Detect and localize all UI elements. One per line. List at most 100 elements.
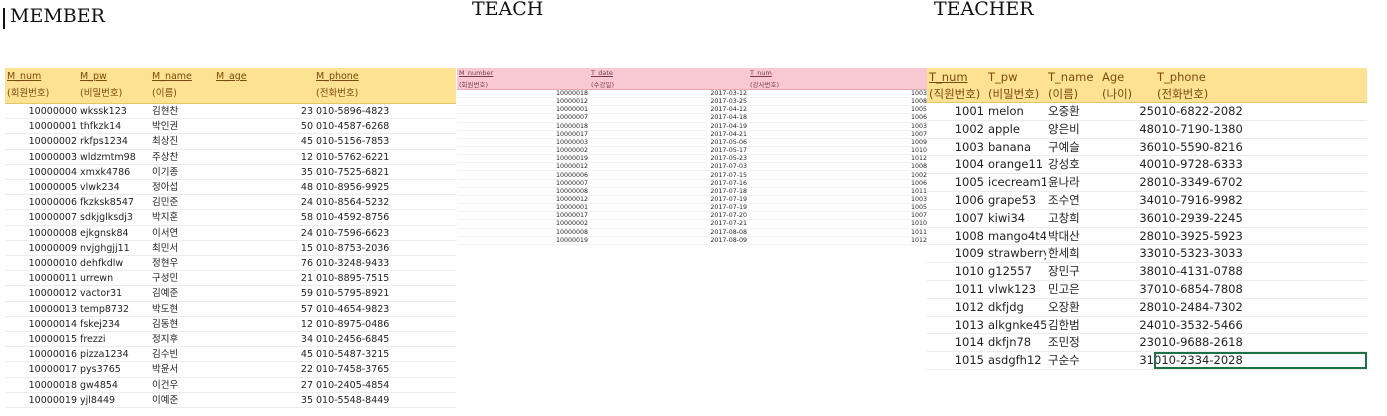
teach-cell-m-number[interactable]: 10000018 xyxy=(457,123,588,130)
member-cell-m-name[interactable]: 김민준 xyxy=(152,195,212,209)
member-cell-m-name[interactable]: 박지훈 xyxy=(152,210,212,224)
member-cell-m-phone[interactable]: 010-4587-6268 xyxy=(316,119,416,133)
teacher-cell-age[interactable]: 23 xyxy=(1102,334,1154,351)
teach-cell-m-number[interactable]: 10000006 xyxy=(457,172,588,179)
teacher-cell-t-num[interactable]: 1001 xyxy=(927,103,984,120)
member-cell-m-phone[interactable]: 010-2456-6845 xyxy=(316,332,416,346)
member-header-m-name[interactable]: M_name xyxy=(152,71,192,82)
member-cell-m-phone[interactable]: 010-5156-7853 xyxy=(316,134,416,148)
member-cell-m-num[interactable]: 10000009 xyxy=(5,241,77,255)
teach-cell-t-num[interactable]: 1011 xyxy=(750,229,927,236)
teacher-cell-t-phone[interactable]: 010-9688-2618 xyxy=(1154,334,1367,351)
member-cell-m-num[interactable]: 10000017 xyxy=(5,362,77,376)
member-cell-m-age[interactable]: 45 xyxy=(215,347,313,361)
teach-cell-t-num[interactable]: 1008 xyxy=(750,163,927,170)
teach-cell-t-num[interactable]: 1003 xyxy=(750,123,927,130)
member-cell-m-age[interactable]: 59 xyxy=(215,286,313,300)
teach-cell-t-date[interactable]: 2017-07-03 xyxy=(591,163,747,170)
teach-cell-m-number[interactable]: 10000001 xyxy=(457,106,588,113)
member-cell-m-pw[interactable]: wkssk123 xyxy=(80,104,150,118)
teacher-cell-t-phone[interactable]: 010-2334-2028 xyxy=(1154,352,1367,369)
teach-cell-t-date[interactable]: 2017-03-25 xyxy=(591,98,747,105)
teach-cell-m-number[interactable]: 10000017 xyxy=(457,212,588,219)
teach-cell-m-number[interactable]: 10000001 xyxy=(457,204,588,211)
member-cell-m-phone[interactable]: 010-8564-5232 xyxy=(316,195,416,209)
member-cell-m-num[interactable]: 10000011 xyxy=(5,271,77,285)
teacher-cell-t-pw[interactable]: strawberry xyxy=(988,245,1046,262)
member-cell-m-name[interactable]: 김수빈 xyxy=(152,347,212,361)
teacher-cell-t-name[interactable]: 조수연 xyxy=(1048,192,1100,209)
member-cell-m-age[interactable]: 27 xyxy=(215,378,313,392)
member-cell-m-pw[interactable]: pys3765 xyxy=(80,362,150,376)
teacher-cell-age[interactable]: 48 xyxy=(1102,121,1154,138)
teach-cell-m-number[interactable]: 10000008 xyxy=(457,188,588,195)
member-header-m-num[interactable]: M_num xyxy=(7,71,41,82)
teach-cell-m-number[interactable]: 10000017 xyxy=(457,131,588,138)
teach-cell-m-number[interactable]: 10000002 xyxy=(457,147,588,154)
teacher-cell-age[interactable]: 37 xyxy=(1102,281,1154,298)
teacher-cell-t-phone[interactable]: 010-4131-0788 xyxy=(1154,263,1367,280)
member-cell-m-pw[interactable]: fskej234 xyxy=(80,317,150,331)
member-cell-m-name[interactable]: 이기종 xyxy=(152,165,212,179)
teacher-cell-t-num[interactable]: 1004 xyxy=(927,156,984,173)
member-cell-m-name[interactable]: 최민서 xyxy=(152,241,212,255)
teacher-header-t-name[interactable]: T_name xyxy=(1048,70,1093,84)
teacher-cell-t-phone[interactable]: 010-3925-5923 xyxy=(1154,228,1367,245)
teach-cell-t-date[interactable]: 2017-07-21 xyxy=(591,220,747,227)
teach-cell-m-number[interactable]: 10000008 xyxy=(457,229,588,236)
member-cell-m-age[interactable]: 24 xyxy=(215,226,313,240)
member-cell-m-name[interactable]: 박인권 xyxy=(152,119,212,133)
member-cell-m-phone[interactable]: 010-8956-9925 xyxy=(316,180,416,194)
teacher-cell-t-pw[interactable]: vlwk123 xyxy=(988,281,1046,298)
member-cell-m-num[interactable]: 10000014 xyxy=(5,317,77,331)
teach-cell-t-num[interactable]: 1002 xyxy=(750,172,927,179)
member-cell-m-num[interactable]: 10000004 xyxy=(5,165,77,179)
teach-cell-t-date[interactable]: 2017-08-08 xyxy=(591,229,747,236)
teacher-cell-t-name[interactable]: 양은비 xyxy=(1048,121,1100,138)
member-cell-m-name[interactable]: 김예준 xyxy=(152,286,212,300)
member-cell-m-num[interactable]: 10000019 xyxy=(5,393,77,407)
teacher-cell-t-phone[interactable]: 010-5590-8216 xyxy=(1154,139,1367,156)
teacher-cell-age[interactable]: 40 xyxy=(1102,156,1154,173)
teach-cell-t-date[interactable]: 2017-07-20 xyxy=(591,212,747,219)
teacher-cell-age[interactable]: 31 xyxy=(1102,352,1154,369)
member-cell-m-phone[interactable]: 010-3248-9433 xyxy=(316,256,416,270)
member-header-m-age[interactable]: M_age xyxy=(216,71,247,82)
teacher-cell-t-name[interactable]: 김한범 xyxy=(1048,317,1100,334)
member-cell-m-phone[interactable]: 010-5896-4823 xyxy=(316,104,416,118)
teach-cell-t-num[interactable]: 1011 xyxy=(750,188,927,195)
member-cell-m-phone[interactable]: 010-8753-2036 xyxy=(316,241,416,255)
teacher-cell-t-phone[interactable]: 010-7190-1380 xyxy=(1154,121,1367,138)
member-cell-m-num[interactable]: 10000003 xyxy=(5,150,77,164)
member-cell-m-pw[interactable]: wldzmtm98 xyxy=(80,150,150,164)
teacher-cell-t-pw[interactable]: orange11 xyxy=(988,156,1046,173)
member-cell-m-age[interactable]: 12 xyxy=(215,317,313,331)
teacher-cell-age[interactable]: 36 xyxy=(1102,210,1154,227)
member-cell-m-age[interactable]: 12 xyxy=(215,150,313,164)
member-cell-m-pw[interactable]: frezzi xyxy=(80,332,150,346)
teach-cell-t-num[interactable]: 1007 xyxy=(750,212,927,219)
teacher-header-t-phone[interactable]: T_phone xyxy=(1157,70,1206,84)
member-cell-m-phone[interactable]: 010-8895-7515 xyxy=(316,271,416,285)
teacher-header-t-num[interactable]: T_num xyxy=(929,70,968,84)
member-cell-m-age[interactable]: 22 xyxy=(215,362,313,376)
teacher-cell-t-name[interactable]: 구예슬 xyxy=(1048,139,1100,156)
member-cell-m-name[interactable]: 이서연 xyxy=(152,226,212,240)
member-cell-m-num[interactable]: 10000007 xyxy=(5,210,77,224)
teacher-cell-t-name[interactable]: 강성호 xyxy=(1048,156,1100,173)
member-cell-m-age[interactable]: 48 xyxy=(215,180,313,194)
teach-cell-t-num[interactable]: 1007 xyxy=(750,131,927,138)
teach-cell-t-date[interactable]: 2017-05-06 xyxy=(591,139,747,146)
teach-cell-t-date[interactable]: 2017-07-18 xyxy=(591,188,747,195)
member-cell-m-pw[interactable]: thfkzk14 xyxy=(80,119,150,133)
teach-cell-t-num[interactable]: 1006 xyxy=(750,114,927,121)
teacher-cell-age[interactable]: 28 xyxy=(1102,174,1154,191)
teacher-cell-t-pw[interactable]: icecream13 xyxy=(988,174,1046,191)
member-cell-m-num[interactable]: 10000008 xyxy=(5,226,77,240)
teacher-cell-t-pw[interactable]: apple xyxy=(988,121,1046,138)
teacher-cell-t-name[interactable]: 한세희 xyxy=(1048,245,1100,262)
teacher-cell-t-phone[interactable]: 010-7916-9982 xyxy=(1154,192,1367,209)
member-cell-m-pw[interactable]: vactor31 xyxy=(80,286,150,300)
member-cell-m-age[interactable]: 21 xyxy=(215,271,313,285)
member-header-m-phone[interactable]: M_phone xyxy=(316,71,359,82)
